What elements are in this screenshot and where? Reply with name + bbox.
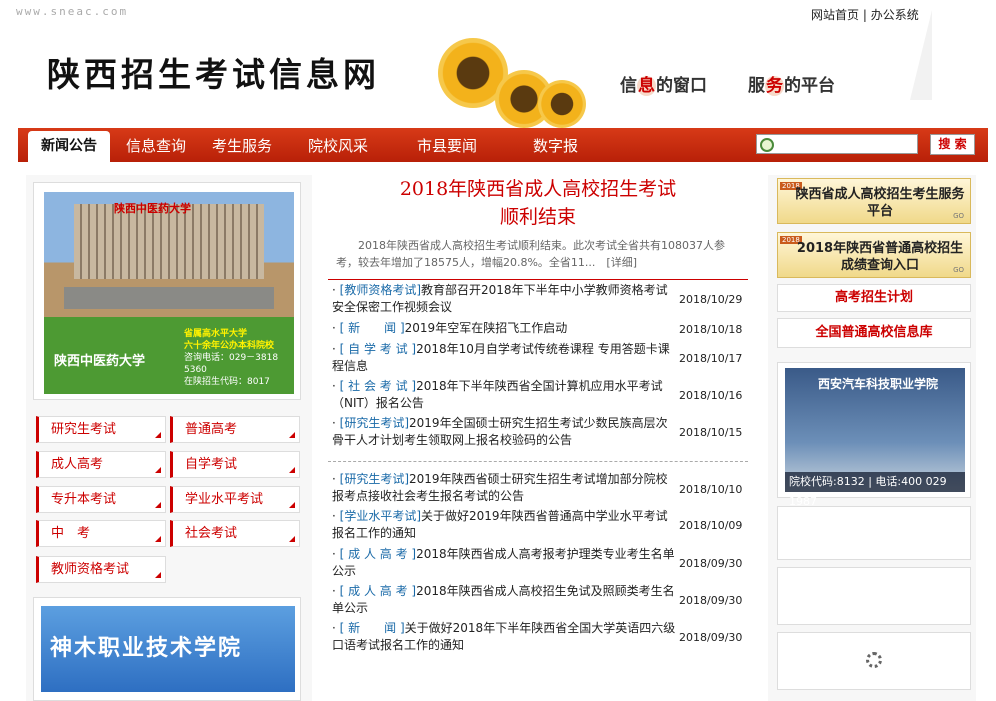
list-item[interactable]: · [ 社 会 考 试 ]2018年下半年陕西省全国计算机应用水平考试（NIT）… xyxy=(332,378,750,412)
banner-logo: 陕西中医药大学 xyxy=(54,354,146,369)
nav-item-news[interactable]: 新闻公告 xyxy=(28,131,110,162)
list-item[interactable]: · [研究生考试]2019年陕西省硕士研究生招生考试增加部分院校报考点接收社会考… xyxy=(332,471,750,505)
gaokao-score-query-button[interactable]: 2018 2018年陕西省普通高校招生成绩查询入口 GO xyxy=(777,232,971,278)
ad-placeholder xyxy=(777,567,971,625)
banner-title: 陕西中医药大学 xyxy=(114,202,191,215)
nav-item-student-service[interactable]: 考生服务 xyxy=(212,135,272,156)
divider xyxy=(328,279,748,280)
search-input[interactable] xyxy=(756,134,918,154)
list-item[interactable]: · [ 新 闻 ]关于做好2018年下半年陕西省全国大学英语四六级口语考试报名工… xyxy=(332,620,750,654)
gaokao-score-query-label: 2018年陕西省普通高校招生成绩查询入口 xyxy=(796,241,964,273)
go-label: GO xyxy=(953,212,964,220)
category-gaokao[interactable]: 普通高考 xyxy=(170,416,300,443)
nav-item-schools[interactable]: 院校风采 xyxy=(308,135,368,156)
slogan-service-platform: 服务的平台 xyxy=(748,76,835,96)
site-title[interactable]: 陕西招生考试信息网 xyxy=(47,48,380,96)
nav-item-city-news[interactable]: 市县要闻 xyxy=(417,135,477,156)
ad-xian-auto-footer: 院校代码:8132 | 电话:400 029 1987 xyxy=(785,472,965,508)
banner-text: 省属高水平大学 六十余年公办本科院校 咨询电话：029－3818 5360 在陕… xyxy=(184,329,279,387)
category-teacher-exam[interactable]: 教师资格考试 xyxy=(36,556,166,583)
headline[interactable]: 2018年陕西省成人高校招生考试 xyxy=(328,174,748,201)
category-proficiency-exam[interactable]: 学业水平考试 xyxy=(170,486,300,513)
search-icon xyxy=(760,138,774,152)
office-system-link[interactable]: 办公系统 xyxy=(871,8,919,22)
search-button[interactable]: 搜 索 xyxy=(930,134,975,155)
category-upgrade-exam[interactable]: 专升本考试 xyxy=(36,486,166,513)
list-item[interactable]: · [研究生考试]2019年全国硕士研究生招生考试少数民族高层次骨干人才计划考生… xyxy=(332,415,750,449)
headline-line2[interactable]: 顺利结束 xyxy=(328,202,748,229)
university-banner[interactable]: 陕西中医药大学 省属高水平大学 六十余年公办本科院校 咨询电话：029－3818… xyxy=(44,192,294,394)
list-item[interactable]: · [ 自 学 考 试 ]2018年10月自学考试传统卷课程 专用答题卡课程信息… xyxy=(332,341,750,375)
divider-dashed xyxy=(328,461,748,462)
slogan-info-window: 信息的窗口 xyxy=(620,76,707,96)
category-social-exam[interactable]: 社会考试 xyxy=(170,520,300,547)
list-item[interactable]: · [教师资格考试]教育部召开2018年下半年中小学教师资格考试安全保密工作视频… xyxy=(332,282,750,316)
list-item[interactable]: · [ 成 人 高 考 ]2018年陕西省成人高考报考护理类专业考生名单公示 20… xyxy=(332,546,750,580)
top-links: 网站首页 | 办公系统 xyxy=(811,6,919,23)
category-zhongkao[interactable]: 中 考 xyxy=(36,520,166,547)
site-header: www.sneac.com 陕西招生考试信息网 信息的窗口 服务的平台 网站首页… xyxy=(0,0,996,128)
gaokao-plan-button[interactable]: 高考招生计划 xyxy=(777,284,971,312)
banner-wall xyxy=(64,287,274,309)
list-item[interactable]: · [ 新 闻 ]2019年空军在陕招飞工作启动 2018/10/18 xyxy=(332,320,750,337)
headline-summary: 2018年陕西省成人高校招生考试顺利结束。此次考试全省共有108037人参考，较… xyxy=(336,239,725,269)
nav-item-info-query[interactable]: 信息查询 xyxy=(126,135,186,156)
main-nav: 新闻公告 信息查询 考生服务 院校风采 市县要闻 数字报 搜 索 xyxy=(18,128,988,162)
link-separator: | xyxy=(862,8,867,22)
category-self-study-exam[interactable]: 自学考试 xyxy=(170,451,300,478)
sunflower-image xyxy=(538,80,586,128)
adult-exam-service-platform-button[interactable]: 2018 陕西省成人高校招生考生服务平台 GO xyxy=(777,178,971,224)
ad-placeholder xyxy=(777,506,971,560)
site-domain: www.sneac.com xyxy=(16,5,129,18)
adult-exam-service-label: 陕西省成人高校招生考生服务平台 xyxy=(795,187,965,219)
sail-image xyxy=(910,10,932,100)
home-link[interactable]: 网站首页 xyxy=(811,8,859,22)
ad-xian-auto-title: 西安汽车科技职业学院 xyxy=(818,377,939,391)
loading-spinner-icon xyxy=(866,652,882,668)
ad-shenmu-title: 神木职业技术学院 xyxy=(50,635,243,661)
list-item[interactable]: · [ 成 人 高 考 ]2018年陕西省成人高校招生免试及照顾类考生名单公示 2… xyxy=(332,583,750,617)
go-label: GO xyxy=(953,266,964,274)
university-database-button[interactable]: 全国普通高校信息库 xyxy=(777,318,971,348)
category-adult-exam[interactable]: 成人高考 xyxy=(36,451,166,478)
list-item[interactable]: · [学业水平考试]关于做好2019年陕西省普通高中学业水平考试报名工作的通知 2… xyxy=(332,508,750,542)
category-graduate-exam[interactable]: 研究生考试 xyxy=(36,416,166,443)
nav-item-digital-paper[interactable]: 数字报 xyxy=(533,135,578,156)
